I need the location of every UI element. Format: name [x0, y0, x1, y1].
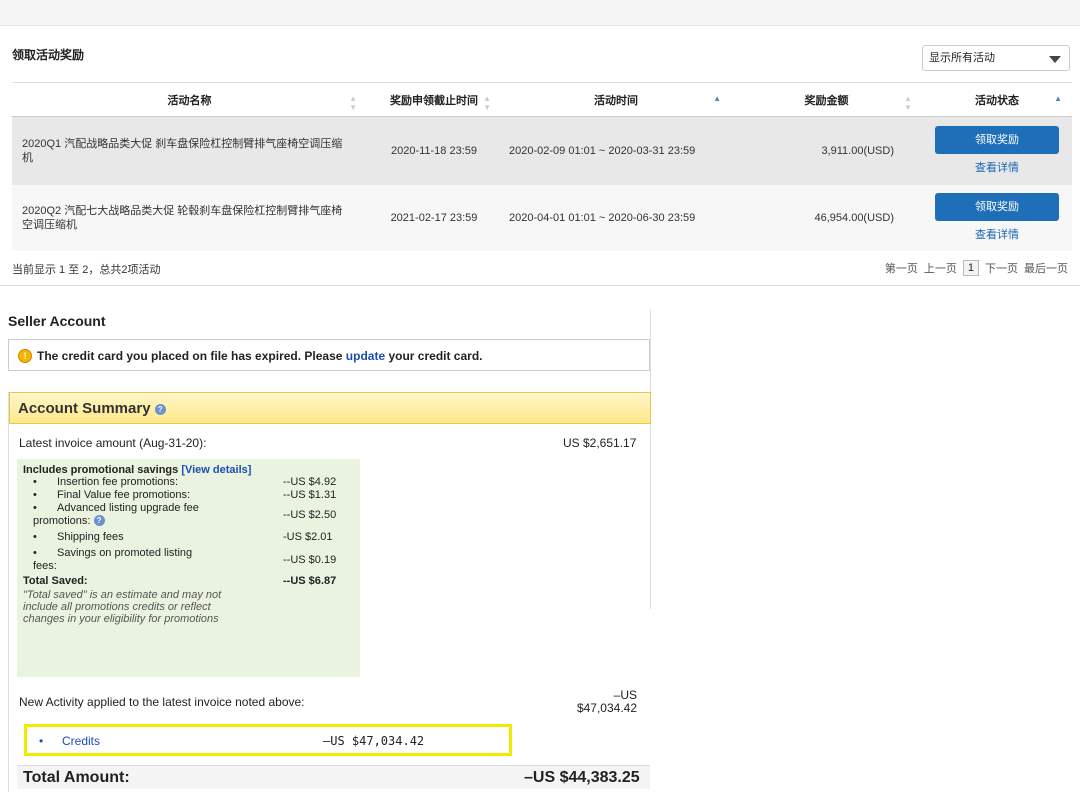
promo-item: • Insertion fee promotions: --US $4.92 [33, 476, 337, 488]
column-header-deadline[interactable]: 奖励申领截止时间 ▲ ▼ [367, 82, 501, 117]
view-details-link[interactable]: [View details] [181, 464, 251, 476]
column-header-name[interactable]: 活动名称 ▲ ▼ [12, 82, 367, 117]
activity-period: 2020-02-09 01:01 ~ 2020-03-31 23:59 [501, 116, 731, 185]
top-header-band [0, 0, 1080, 26]
sort-icon: ▲ ▼ [483, 94, 491, 112]
new-activity-amount: –US $47,034.42 [576, 688, 637, 715]
credits-link[interactable]: Credits [62, 734, 100, 748]
view-details-link[interactable]: 查看详情 [922, 226, 1072, 242]
column-header-amount[interactable]: 奖励金额 ▲ ▼ [731, 82, 922, 117]
rewards-table-footer: 当前显示 1 至 2，总共2项活动 第一页 上一页 1 下一页 最后一页 [0, 252, 1080, 286]
table-row: 2020Q2 汽配七大战略品类大促 轮毂刹车盘保险杠控制臂排气座椅空调压缩机 2… [12, 184, 1072, 251]
prev-page-link[interactable]: 上一页 [924, 260, 957, 276]
column-header-period[interactable]: 活动时间 ▲ [501, 82, 731, 117]
last-page-link[interactable]: 最后一页 [1024, 260, 1068, 276]
record-count: 当前显示 1 至 2，总共2项活动 [12, 264, 161, 276]
view-details-link[interactable]: 查看详情 [922, 159, 1072, 175]
activity-filter-value: 显示所有活动 [929, 52, 995, 64]
column-divider [650, 309, 651, 609]
latest-invoice-label: Latest invoice amount (Aug-31-20): [19, 436, 207, 450]
rewards-table: 活动名称 ▲ ▼ 奖励申领截止时间 ▲ ▼ 活动时间 ▲ 奖励金额 ▲ ▼ 活动状态 ▲ 202… [12, 82, 1072, 251]
promo-header: Includes promotional savings [View detai… [23, 464, 252, 476]
chevron-down-icon [1049, 56, 1061, 63]
claim-reward-button[interactable]: 领取奖励 [935, 193, 1059, 221]
sort-icon: ▲ ▼ [349, 94, 357, 112]
help-icon[interactable]: ? [93, 515, 105, 526]
promo-item: • Final Value fee promotions: --US $1.31 [33, 489, 337, 501]
promo-item: • Shipping fees -US $2.01 [33, 531, 333, 543]
expired-card-alert: ! The credit card you placed on file has… [8, 339, 650, 371]
activity-filter-select[interactable]: 显示所有活动 [922, 45, 1070, 71]
alert-message: The credit card you placed on file has e… [37, 349, 483, 363]
help-icon[interactable]: ? [154, 404, 166, 415]
credits-amount: –US $47,034.42 [323, 734, 425, 748]
current-page[interactable]: 1 [962, 260, 979, 276]
claim-deadline: 2021-02-17 23:59 [367, 184, 501, 251]
pagination: 第一页 上一页 1 下一页 最后一页 [885, 260, 1068, 276]
latest-invoice-amount: US $2,651.17 [563, 436, 637, 450]
total-amount-label: Total Amount: [23, 769, 130, 786]
account-summary-title: Account Summary ? [18, 400, 166, 417]
claim-reward-button[interactable]: 领取奖励 [935, 126, 1059, 155]
first-page-link[interactable]: 第一页 [885, 260, 918, 276]
activity-name-link[interactable]: 2020Q1 汽配战略品类大促 刹车盘保险杠控制臂排气座椅空调压缩机 [12, 116, 367, 185]
activity-name-link[interactable]: 2020Q2 汽配七大战略品类大促 轮毂刹车盘保险杠控制臂排气座椅空调压缩机 [12, 184, 367, 251]
account-summary-header: Account Summary ? [9, 392, 651, 424]
total-saved-row: Total Saved: --US $6.87 [23, 575, 337, 587]
table-row: 2020Q1 汽配战略品类大促 刹车盘保险杠控制臂排气座椅空调压缩机 2020-… [12, 116, 1072, 185]
reward-amount: 46,954.00(USD) [731, 184, 922, 251]
reward-amount: 3,911.00(USD) [731, 116, 922, 185]
promo-disclaimer: "Total saved" is an estimate and may not… [23, 589, 222, 625]
total-amount-row: Total Amount: –US $44,383.25 [17, 765, 650, 789]
credits-row-highlight: • Credits –US $47,034.42 [24, 724, 512, 756]
activity-period: 2020-04-01 01:01 ~ 2020-06-30 23:59 [501, 184, 731, 251]
rewards-title: 领取活动奖励 [12, 48, 85, 62]
activity-status-cell: 领取奖励 查看详情 [922, 184, 1072, 251]
seller-account-title: Seller Account [8, 313, 106, 329]
sort-ascending-icon: ▲ [1054, 94, 1062, 103]
sort-icon: ▲ ▼ [904, 94, 912, 112]
next-page-link[interactable]: 下一页 [985, 260, 1018, 276]
promo-item: • Savings on promoted listing fees: --US $0… [33, 547, 337, 572]
activity-status-cell: 领取奖励 查看详情 [922, 116, 1072, 185]
warning-icon: ! [18, 349, 32, 363]
sort-ascending-icon: ▲ [713, 94, 721, 103]
promotional-savings-box: Includes promotional savings [View detai… [17, 459, 360, 677]
bullet-icon: • [39, 734, 44, 748]
update-card-link[interactable]: update [346, 349, 385, 363]
new-activity-label: New Activity applied to the latest invoi… [19, 695, 305, 709]
promo-item: • Advanced listing upgrade fee promotions:… [33, 502, 337, 527]
claim-deadline: 2020-11-18 23:59 [367, 116, 501, 185]
column-header-status[interactable]: 活动状态 ▲ [922, 82, 1072, 117]
total-amount-value: –US $44,383.25 [524, 769, 640, 786]
